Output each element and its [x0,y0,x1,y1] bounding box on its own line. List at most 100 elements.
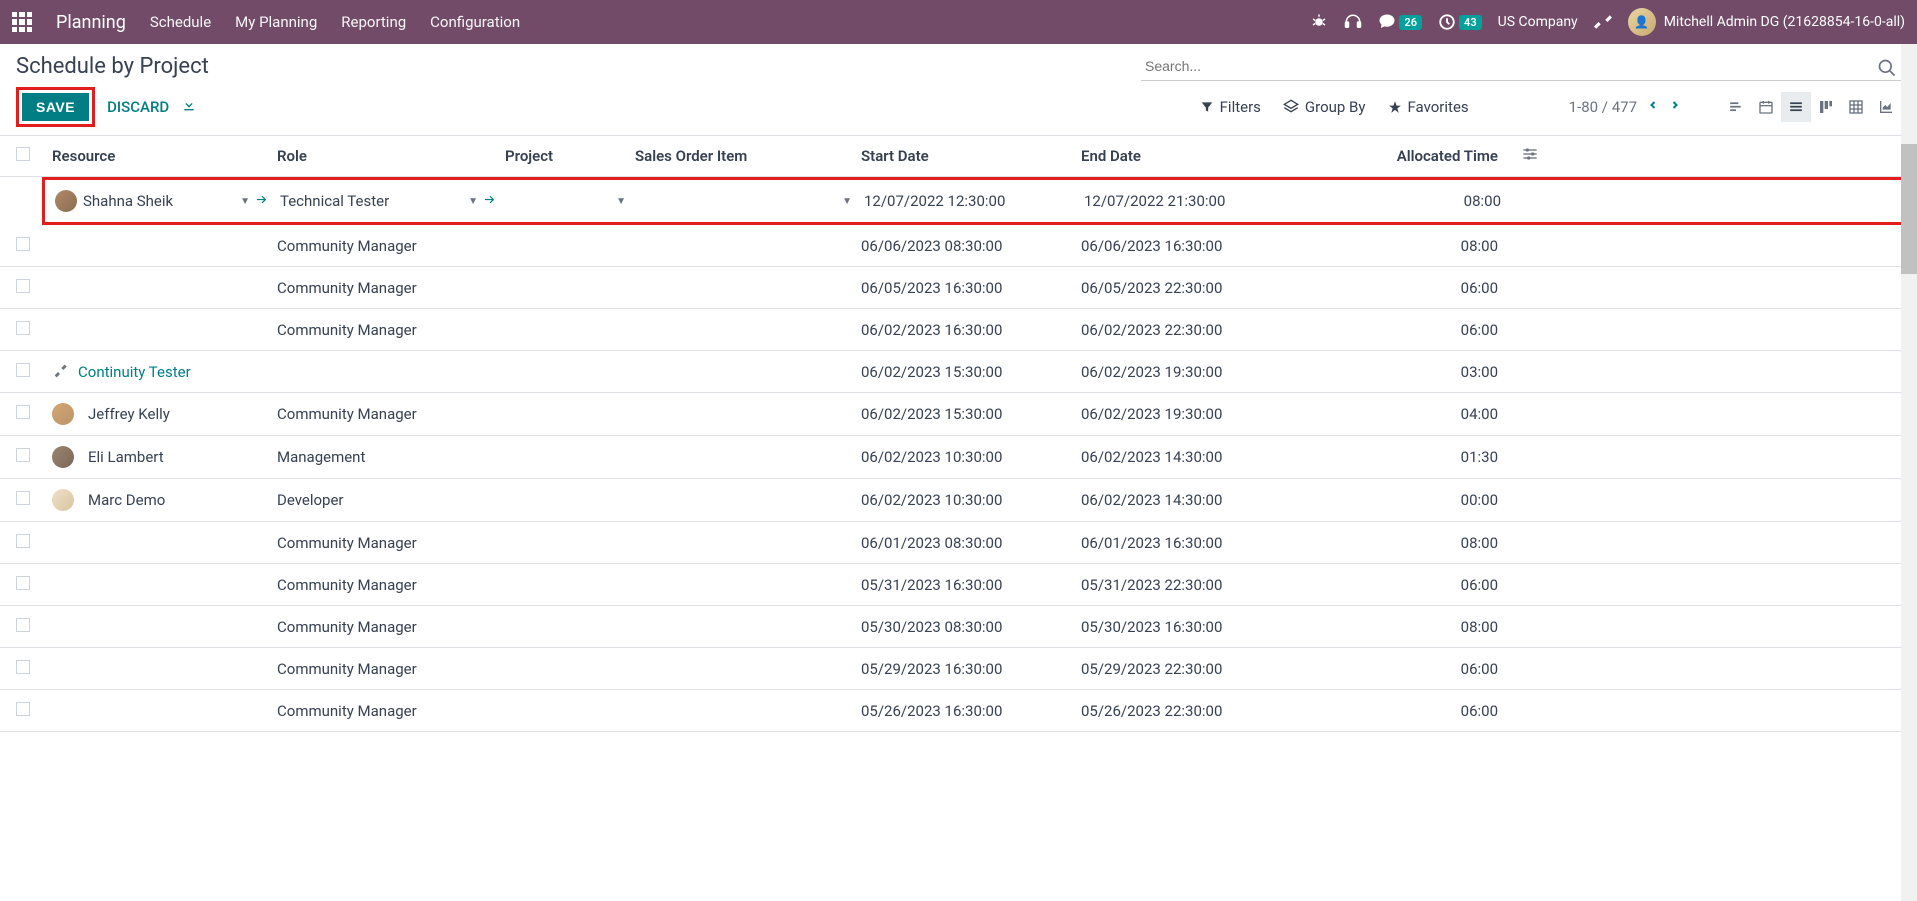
start-date-cell[interactable]: 06/02/2023 10:30:00 [861,491,1081,509]
header-allocated-time[interactable]: Allocated Time [1373,147,1498,165]
table-row[interactable]: Continuity Tester 06/02/2023 15:30:00 06… [0,351,1917,393]
company-selector[interactable]: US Company [1498,14,1578,30]
header-end-date[interactable]: End Date [1081,147,1373,165]
scrollbar[interactable] [1901,44,1917,901]
download-icon[interactable] [181,97,197,117]
row-checkbox[interactable] [16,576,30,590]
scrollbar-thumb[interactable] [1901,144,1917,274]
allocated-time-cell[interactable]: 06:00 [1373,660,1498,678]
view-graph[interactable] [1871,92,1901,122]
nav-my-planning[interactable]: My Planning [235,13,317,31]
row-checkbox[interactable] [16,237,30,251]
nav-schedule[interactable]: Schedule [150,13,211,31]
table-row[interactable]: Community Manager 06/05/2023 16:30:00 06… [0,267,1917,309]
start-date-cell[interactable]: 06/01/2023 08:30:00 [861,534,1081,552]
row-checkbox[interactable] [16,702,30,716]
allocated-time-cell[interactable]: 01:30 [1373,448,1498,466]
view-kanban[interactable] [1811,92,1841,122]
table-row[interactable]: Eli Lambert Management 06/02/2023 10:30:… [0,436,1917,479]
support-icon[interactable] [1344,13,1362,31]
favorites-button[interactable]: Favorites [1388,98,1469,116]
row-checkbox[interactable] [16,534,30,548]
chevron-down-icon[interactable]: ▼ [616,196,626,207]
column-settings-icon[interactable] [1522,148,1538,166]
table-row[interactable]: Community Manager 06/06/2023 08:30:00 06… [0,225,1917,267]
discard-button[interactable]: DISCARD [107,98,169,116]
row-checkbox[interactable] [16,448,30,462]
start-date-cell[interactable]: 05/30/2023 08:30:00 [861,618,1081,636]
table-row[interactable]: Jeffrey Kelly Community Manager 06/02/20… [0,393,1917,436]
allocated-time-cell[interactable]: 08:00 [1376,192,1501,210]
chevron-down-icon[interactable]: ▼ [842,196,852,207]
end-date-cell[interactable]: 05/26/2023 22:30:00 [1081,702,1373,720]
start-date-cell[interactable]: 06/02/2023 15:30:00 [861,363,1081,381]
groupby-button[interactable]: Group By [1283,98,1366,116]
start-date-cell[interactable]: 05/29/2023 16:30:00 [861,660,1081,678]
header-resource[interactable]: Resource [52,147,277,165]
allocated-time-cell[interactable]: 04:00 [1373,405,1498,423]
row-checkbox[interactable] [16,491,30,505]
start-date-cell[interactable]: 06/06/2023 08:30:00 [861,237,1081,255]
table-row[interactable]: Community Manager 06/02/2023 16:30:00 06… [0,309,1917,351]
start-date-cell[interactable]: 06/02/2023 15:30:00 [861,405,1081,423]
bug-icon[interactable] [1310,13,1328,31]
pager-next[interactable] [1669,98,1681,116]
pager-text[interactable]: 1-80 / 477 [1569,98,1637,116]
header-sales-order[interactable]: Sales Order Item [635,147,861,165]
header-role[interactable]: Role [277,147,505,165]
row-checkbox[interactable] [16,321,30,335]
view-list[interactable] [1781,92,1811,122]
row-checkbox[interactable] [16,363,30,377]
nav-reporting[interactable]: Reporting [341,13,406,31]
end-date-cell[interactable]: 05/30/2023 16:30:00 [1081,618,1373,636]
row-checkbox[interactable] [16,405,30,419]
table-row[interactable]: Community Manager 05/26/2023 16:30:00 05… [0,690,1917,732]
external-link-icon[interactable] [482,192,496,210]
view-gantt[interactable] [1721,92,1751,122]
end-date-cell[interactable]: 06/02/2023 14:30:00 [1081,448,1373,466]
end-date-cell[interactable]: 06/02/2023 22:30:00 [1081,321,1373,339]
view-calendar[interactable] [1751,92,1781,122]
table-row[interactable]: Community Manager 05/29/2023 16:30:00 05… [0,648,1917,690]
select-all-checkbox[interactable] [16,147,30,161]
end-date-cell[interactable]: 05/29/2023 22:30:00 [1081,660,1373,678]
start-date-cell[interactable]: 06/02/2023 16:30:00 [861,321,1081,339]
allocated-time-cell[interactable]: 06:00 [1373,702,1498,720]
header-start-date[interactable]: Start Date [861,147,1081,165]
allocated-time-cell[interactable]: 06:00 [1373,279,1498,297]
user-menu[interactable]: 👤 Mitchell Admin DG (21628854-16-0-all) [1628,8,1905,36]
end-date-cell[interactable]: 06/02/2023 19:30:00 [1081,405,1373,423]
tools-icon[interactable] [1594,13,1612,31]
allocated-time-cell[interactable]: 06:00 [1373,576,1498,594]
end-date-cell[interactable]: 06/05/2023 22:30:00 [1081,279,1373,297]
row-checkbox[interactable] [16,618,30,632]
end-date-cell[interactable]: 06/01/2023 16:30:00 [1081,534,1373,552]
table-row[interactable]: Marc Demo Developer 06/02/2023 10:30:00 … [0,479,1917,522]
end-date-cell[interactable]: 12/07/2022 21:30:00 [1084,192,1376,210]
messages-icon[interactable]: 26 [1378,13,1422,31]
save-button[interactable]: SAVE [22,93,89,121]
start-date-cell[interactable]: 05/26/2023 16:30:00 [861,702,1081,720]
start-date-cell[interactable]: 06/02/2023 10:30:00 [861,448,1081,466]
filters-button[interactable]: Filters [1200,98,1261,116]
end-date-cell[interactable]: 06/02/2023 19:30:00 [1081,363,1373,381]
external-link-icon[interactable] [254,192,268,210]
allocated-time-cell[interactable]: 00:00 [1373,491,1498,509]
allocated-time-cell[interactable]: 06:00 [1373,321,1498,339]
search-input[interactable] [1141,52,1901,81]
activities-icon[interactable]: 43 [1438,13,1482,31]
table-row[interactable]: Community Manager 05/31/2023 16:30:00 05… [0,564,1917,606]
table-row[interactable]: Community Manager 06/01/2023 08:30:00 06… [0,522,1917,564]
view-pivot[interactable] [1841,92,1871,122]
chevron-down-icon[interactable]: ▼ [240,196,250,207]
table-row[interactable]: Community Manager 05/30/2023 08:30:00 05… [0,606,1917,648]
header-project[interactable]: Project [505,147,635,165]
end-date-cell[interactable]: 05/31/2023 22:30:00 [1081,576,1373,594]
row-checkbox[interactable] [16,660,30,674]
chevron-down-icon[interactable]: ▼ [468,196,478,207]
start-date-cell[interactable]: 12/07/2022 12:30:00 [864,192,1084,210]
pager-prev[interactable] [1647,98,1659,116]
row-checkbox[interactable] [16,279,30,293]
allocated-time-cell[interactable]: 03:00 [1373,363,1498,381]
allocated-time-cell[interactable]: 08:00 [1373,237,1498,255]
